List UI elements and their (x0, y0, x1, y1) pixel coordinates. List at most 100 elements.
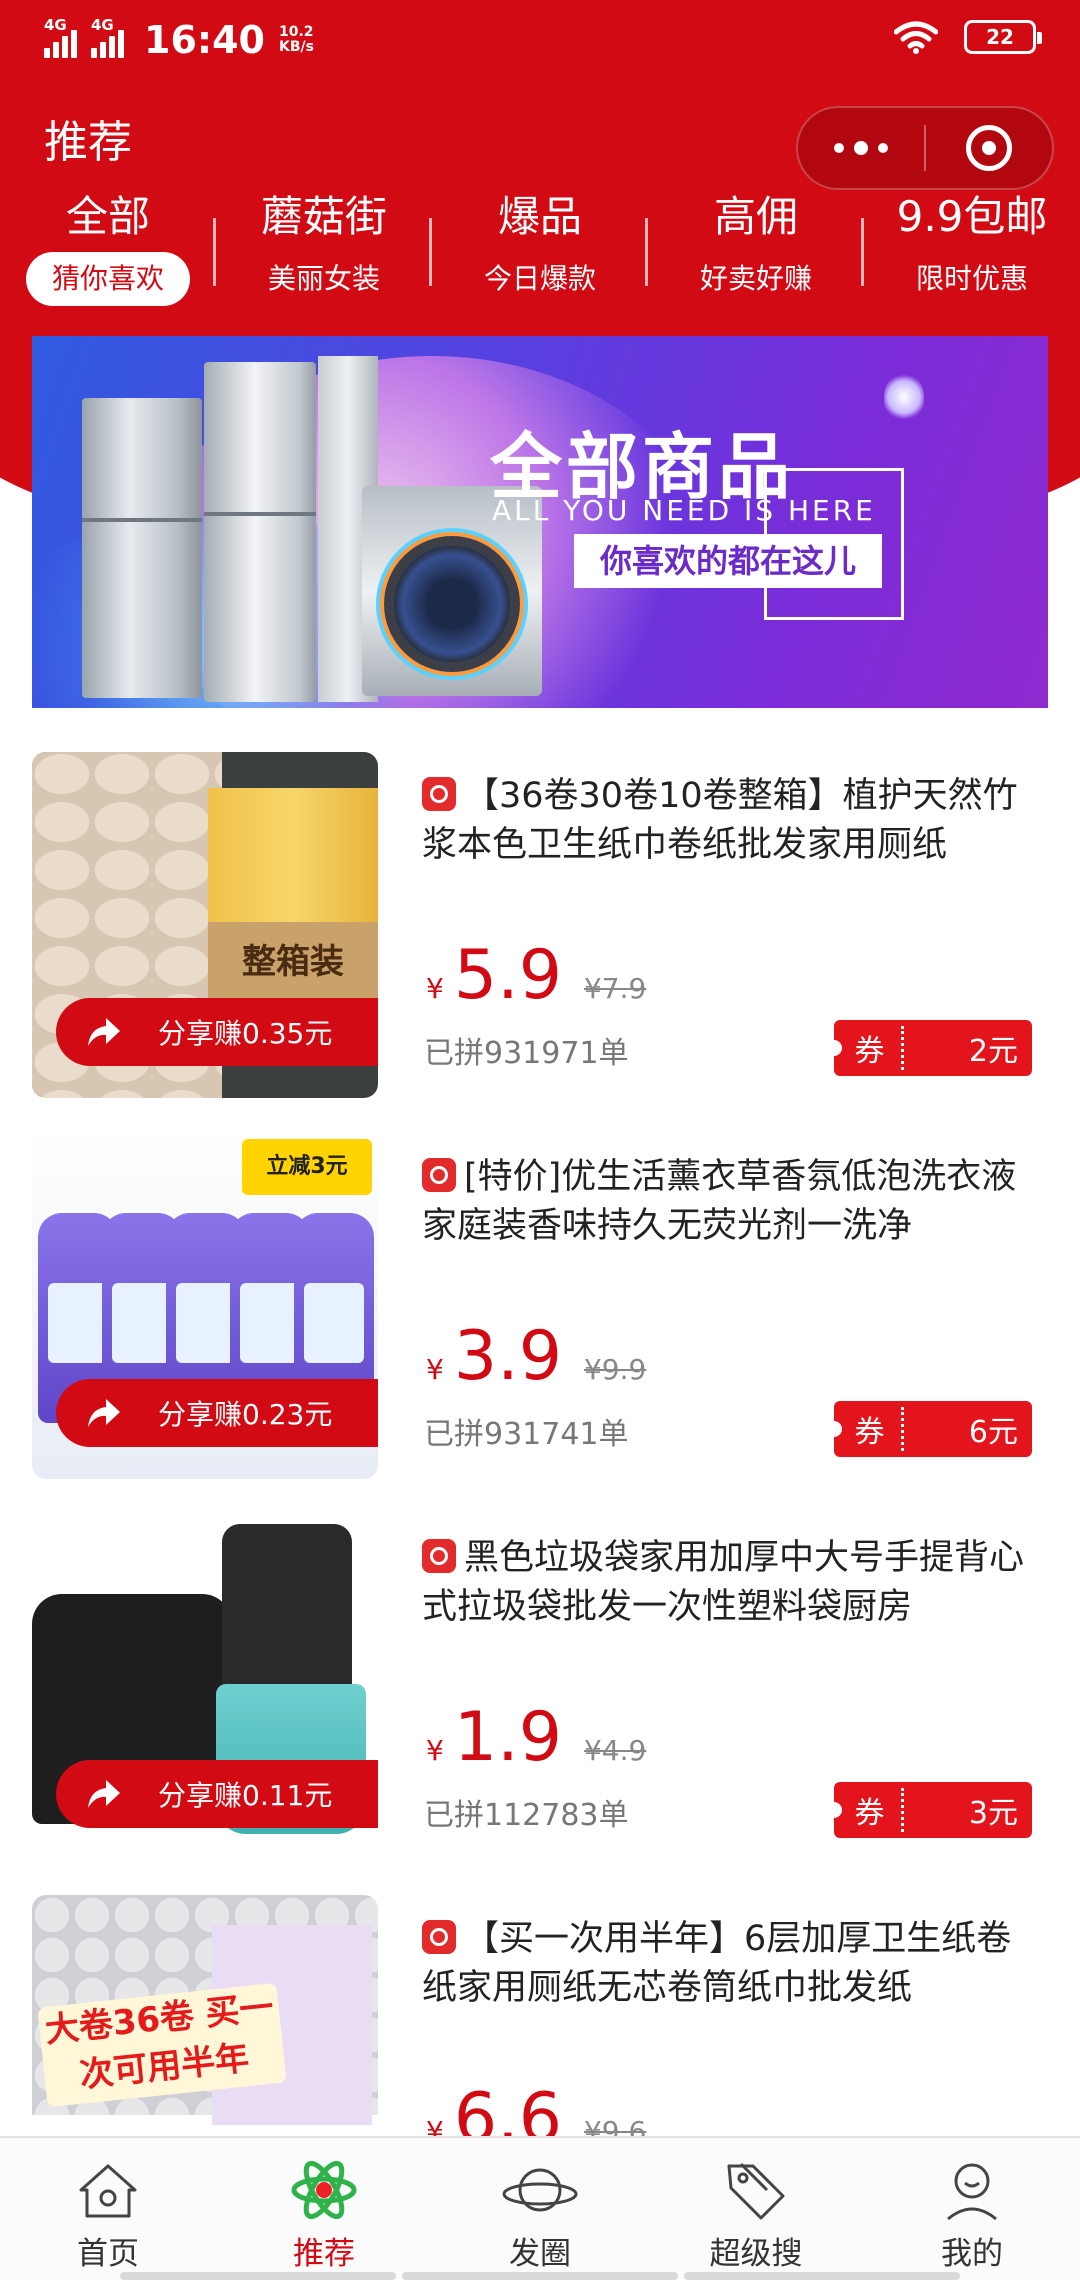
planet-icon (502, 2168, 578, 2212)
share-earn-label: 分享赚0.35元 (158, 1017, 333, 1050)
speed-value: 10.2 (278, 24, 314, 40)
category-title: 全部 (65, 192, 150, 241)
category-subtitle: 好卖好赚 (699, 262, 812, 295)
coupon-label: 券 (838, 1788, 904, 1832)
product-title-text: 【买一次用半年】6层加厚卫生纸卷纸家用厕纸无芯卷筒纸巾批发纸 (422, 1919, 1012, 2008)
banner-subtitle: ALL YOU NEED IS HERE (492, 494, 876, 527)
close-miniprogram-button[interactable] (926, 125, 1052, 171)
sold-count: 已拼112783单 (424, 1798, 629, 1833)
product-title[interactable]: 【36卷30卷10卷整箱】植护天然竹浆本色卫生纸巾卷纸批发家用厕纸 (422, 772, 1042, 870)
tab-label: 发圈 (509, 2236, 571, 2272)
product-title-text: 【36卷30卷10卷整箱】植护天然竹浆本色卫生纸巾卷纸批发家用厕纸 (422, 776, 1018, 865)
share-earn-button[interactable]: 分享赚0.23元 (56, 1379, 378, 1447)
currency-symbol: ¥ (426, 972, 444, 1005)
tab-home[interactable]: 首页 (0, 2138, 216, 2280)
tag-icon (727, 2162, 785, 2220)
banner-decoration (884, 372, 924, 422)
bottom-tab-bar: 首页 推荐 发圈 超级搜 我的 (0, 2136, 1080, 2280)
sold-count: 已拼931971单 (424, 1036, 629, 1071)
product-title[interactable]: [特价]优生活薰衣草香氛低泡洗衣液家庭装香味持久无荧光剂一洗净 (422, 1153, 1042, 1251)
home-icon (79, 2164, 137, 2218)
tab-super-search[interactable]: 超级搜 (648, 2138, 864, 2280)
category-tab[interactable]: 全部 猜你喜欢 (0, 188, 216, 318)
product-title-text: 黑色垃圾袋家用加厚中大号手提背心式拉圾袋批发一次性塑料袋厨房 (422, 1538, 1025, 1627)
coupon-button[interactable]: 券 6元 (826, 1401, 1032, 1457)
category-title: 高佣 (713, 192, 798, 241)
promo-banner[interactable]: 全部商品 ALL YOU NEED IS HERE 你喜欢的都在这儿 (32, 336, 1048, 708)
price-value: 3.9 (453, 1317, 562, 1396)
signal-icon: 4G (91, 16, 124, 58)
category-tab[interactable]: 高佣 好卖好赚 (648, 188, 864, 318)
signal-label: 4G (44, 16, 67, 34)
price-value: 5.9 (453, 936, 562, 1015)
product-title[interactable]: 黑色垃圾袋家用加厚中大号手提背心式拉圾袋批发一次性塑料袋厨房 (422, 1534, 1042, 1632)
category-title: 爆品 (497, 192, 582, 241)
coupon-label: 券 (838, 1026, 904, 1070)
category-subtitle: 美丽女装 (267, 262, 380, 295)
tab-label: 超级搜 (709, 2236, 803, 2272)
original-price: ¥9.9 (583, 1353, 647, 1386)
product-image-label: 整箱装 (208, 922, 378, 1002)
tab-label: 首页 (77, 2236, 139, 2272)
price-value: 1.9 (453, 1698, 562, 1777)
more-options-button[interactable] (798, 141, 924, 155)
target-icon (965, 125, 1012, 171)
share-earn-label: 分享赚0.11元 (158, 1779, 333, 1812)
home-indicator (120, 2272, 960, 2280)
atom-icon (291, 2160, 357, 2220)
category-tabs: 全部 猜你喜欢 蘑菇街 美丽女装 爆品 今日爆款 高佣 好卖好赚 9.9包邮 限时优惠 (0, 188, 1080, 318)
share-earn-label: 分享赚0.23元 (158, 1398, 333, 1431)
price: ¥ 3.9 ¥9.9 (426, 1317, 646, 1397)
fridge-image (82, 398, 202, 698)
currency-symbol: ¥ (426, 1353, 444, 1386)
store-logo-icon (422, 1539, 456, 1573)
store-logo-icon (422, 777, 456, 811)
tab-mine[interactable]: 我的 (864, 2138, 1080, 2280)
category-tab[interactable]: 蘑菇街 美丽女装 (216, 188, 432, 318)
fridge-image (204, 362, 316, 702)
miniprogram-capsule (796, 106, 1054, 190)
category-title: 蘑菇街 (260, 192, 387, 241)
battery-icon: 22 (964, 20, 1042, 54)
share-icon (76, 1006, 128, 1058)
currency-symbol: ¥ (426, 1734, 444, 1767)
clock: 16:40 (144, 18, 265, 62)
status-bar: 4G 4G 16:40 10.2 KB/s 22 (0, 0, 1080, 80)
product-card[interactable]: 整箱装 分享赚0.35元 【36卷30卷10卷整箱】植护天然竹浆本色卫生纸巾卷纸… (0, 752, 1080, 1133)
category-tab[interactable]: 9.9包邮限时优惠 (864, 188, 1080, 318)
coupon-button[interactable]: 券 2元 (826, 1020, 1032, 1076)
category-subtitle: 限时优惠 (915, 262, 1028, 295)
product-card[interactable]: 立减3元 分享赚0.23元 [特价]优生活薰衣草香氛低泡洗衣液家庭装香味持久无荧… (0, 1133, 1080, 1514)
battery-level: 22 (986, 25, 1014, 49)
store-logo-icon (422, 1158, 456, 1192)
original-price: ¥4.9 (583, 1734, 647, 1767)
category-subtitle: 猜你喜欢 (26, 252, 190, 306)
banner-tag: 你喜欢的都在这儿 (574, 534, 882, 588)
original-price: ¥7.9 (583, 972, 647, 1005)
tab-recommend[interactable]: 推荐 (216, 2138, 432, 2280)
tab-moments[interactable]: 发圈 (432, 2138, 648, 2280)
tab-label: 推荐 (293, 2236, 355, 2272)
speed-unit: KB/s (278, 39, 314, 55)
coupon-amount: 3元 (968, 1796, 1018, 1831)
sold-count: 已拼931741单 (424, 1417, 629, 1452)
coupon-label: 券 (838, 1407, 904, 1451)
coupon-amount: 6元 (968, 1415, 1018, 1450)
tab-label: 我的 (941, 2236, 1003, 2272)
product-title[interactable]: 【买一次用半年】6层加厚卫生纸卷纸家用厕纸无芯卷筒纸巾批发纸 (422, 1915, 1042, 2013)
user-icon (947, 2163, 997, 2221)
share-icon (76, 1768, 128, 1820)
signal-icon: 4G (44, 16, 77, 58)
category-tab[interactable]: 爆品 今日爆款 (432, 188, 648, 318)
product-image-label: 立减3元 (242, 1139, 372, 1195)
price: ¥ 1.9 ¥4.9 (426, 1698, 646, 1778)
coupon-amount: 2元 (968, 1034, 1018, 1069)
product-card[interactable]: 分享赚0.11元 黑色垃圾袋家用加厚中大号手提背心式拉圾袋批发一次性塑料袋厨房 … (0, 1514, 1080, 1895)
share-earn-button[interactable]: 分享赚0.35元 (56, 998, 378, 1066)
price: ¥ 5.9 ¥7.9 (426, 936, 646, 1016)
signal-label: 4G (91, 16, 114, 34)
category-title: 9.9包邮 (896, 192, 1048, 241)
product-list: 整箱装 分享赚0.35元 【36卷30卷10卷整箱】植护天然竹浆本色卫生纸巾卷纸… (0, 752, 1080, 2276)
share-earn-button[interactable]: 分享赚0.11元 (56, 1760, 378, 1828)
coupon-button[interactable]: 券 3元 (826, 1782, 1032, 1838)
